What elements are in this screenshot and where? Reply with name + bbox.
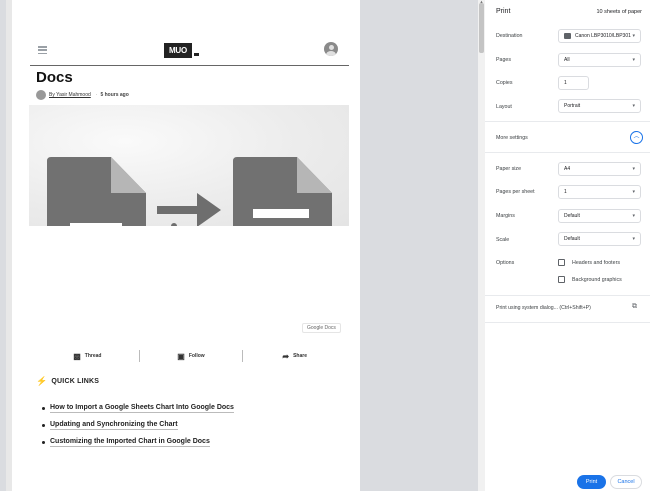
chevron-down-icon: ▾	[632, 189, 635, 195]
destination-value: Canon LBP3010/LBP301	[575, 33, 631, 39]
bullet-icon	[42, 407, 45, 410]
preview-page: MUO Docs By Yasir Mahmood · 5 hours ago	[6, 0, 360, 491]
copies-input[interactable]: 1	[558, 76, 589, 90]
headers-footers-checkbox[interactable]	[558, 259, 565, 266]
pages-per-sheet-label: Pages per sheet	[496, 189, 535, 195]
quick-links-title: QUICK LINKS	[51, 378, 100, 385]
byline: By Yasir Mahmood · 5 hours ago	[36, 89, 129, 101]
chevron-down-icon: ▾	[632, 103, 635, 109]
pages-per-sheet-select[interactable]: 1 ▾	[558, 185, 641, 199]
background-graphics-checkbox[interactable]	[558, 276, 565, 283]
quick-links-list: How to Import a Google Sheets Chart Into…	[42, 400, 234, 451]
chevron-up-icon[interactable]: ︿	[630, 131, 643, 144]
cancel-button[interactable]: Cancel	[610, 475, 642, 489]
page-edge	[6, 0, 12, 491]
target-document-fold	[297, 157, 332, 193]
bolt-icon: ⚡	[36, 376, 48, 386]
thread-button[interactable]: ▩ Thread	[36, 349, 139, 363]
thread-icon: ▩	[73, 351, 81, 361]
follow-label: Follow	[188, 353, 205, 359]
margins-select[interactable]: Default ▾	[558, 209, 641, 223]
scrollbar-thumb[interactable]	[479, 3, 484, 53]
follow-button[interactable]: ▣ Follow	[140, 349, 243, 363]
system-dialog-link[interactable]: Print using system dialog... (Ctrl+Shift…	[496, 305, 591, 311]
chevron-down-icon: ▾	[632, 236, 635, 242]
print-button[interactable]: Print	[577, 475, 606, 489]
quick-link-label: Updating and Synchronizing the Chart	[50, 421, 178, 430]
preview-scrollbar[interactable]	[478, 0, 485, 491]
open-external-icon[interactable]: ⧉	[632, 303, 637, 311]
chevron-down-icon: ▾	[632, 57, 635, 63]
logo-accent	[194, 53, 199, 56]
quick-link[interactable]: Updating and Synchronizing the Chart	[42, 417, 234, 434]
target-document-line	[253, 209, 309, 218]
author-avatar	[36, 90, 46, 100]
pages-select[interactable]: All ▾	[558, 53, 641, 67]
layout-select[interactable]: Portrait ▾	[558, 99, 641, 113]
section-divider	[485, 152, 650, 153]
source-document-fold	[111, 157, 146, 193]
layout-label: Layout	[496, 104, 512, 110]
byline-author: By Yasir Mahmood	[49, 92, 91, 98]
headers-footers-label[interactable]: Headers and footers	[572, 260, 620, 266]
section-divider	[485, 121, 650, 122]
hero-image	[29, 105, 349, 226]
site-header: MUO	[30, 41, 344, 61]
paper-size-label: Paper size	[496, 166, 522, 172]
arrow-right-icon	[157, 193, 221, 226]
pages-per-sheet-value: 1	[564, 189, 567, 195]
quick-link-label: How to Import a Google Sheets Chart Into…	[50, 404, 234, 413]
hero-illustration	[47, 157, 332, 226]
source-document-line	[70, 223, 122, 226]
paper-size-select[interactable]: A4 ▾	[558, 162, 641, 176]
share-icon: ➦	[282, 351, 290, 361]
margins-value: Default	[564, 213, 580, 219]
section-divider	[485, 295, 650, 296]
scale-value: Default	[564, 236, 580, 242]
header-divider	[30, 65, 349, 66]
chevron-down-icon: ▾	[632, 213, 635, 219]
share-button[interactable]: ➦ Share	[243, 349, 346, 363]
print-preview-area: MUO Docs By Yasir Mahmood · 5 hours ago	[0, 0, 478, 491]
social-bar: ▩ Thread ▣ Follow ➦ Share	[36, 349, 346, 363]
article-title: Docs	[36, 69, 73, 86]
byline-time: 5 hours ago	[100, 92, 129, 98]
follow-icon: ▣	[177, 351, 185, 361]
site-logo: MUO	[164, 43, 192, 58]
panel-title: Print	[496, 8, 511, 15]
more-settings-label[interactable]: More settings	[496, 135, 528, 141]
destination-label: Destination	[496, 33, 523, 39]
thread-label: Thread	[84, 353, 102, 359]
chevron-down-icon: ▾	[632, 33, 635, 39]
bullet-icon	[42, 424, 45, 427]
share-label: Share	[293, 353, 307, 359]
destination-select[interactable]: Canon LBP3010/LBP301 ▾	[558, 29, 641, 43]
options-label: Options	[496, 260, 515, 266]
sheet-count: 10 sheets of paper	[596, 9, 642, 15]
pages-label: Pages	[496, 57, 512, 63]
byline-separator: ·	[95, 92, 98, 98]
quick-link[interactable]: Customizing the Imported Chart in Google…	[42, 434, 234, 451]
background-graphics-label[interactable]: Background graphics	[572, 277, 622, 283]
margins-label: Margins	[496, 213, 515, 219]
menu-icon	[38, 46, 47, 55]
scale-select[interactable]: Default ▾	[558, 232, 641, 246]
account-icon	[324, 42, 338, 56]
printer-icon	[564, 32, 571, 39]
quick-links-heading: ⚡ QUICK LINKS	[36, 376, 99, 387]
section-divider	[485, 322, 650, 323]
scale-label: Scale	[496, 237, 510, 243]
paper-size-value: A4	[564, 166, 571, 172]
image-caption: Google Docs	[302, 323, 341, 333]
print-settings-panel: Print 10 sheets of paper Destination Can…	[485, 0, 650, 491]
layout-value: Portrait	[564, 103, 581, 109]
quick-link-label: Customizing the Imported Chart in Google…	[50, 438, 210, 447]
pages-value: All	[564, 57, 570, 63]
quick-link[interactable]: How to Import a Google Sheets Chart Into…	[42, 400, 234, 417]
bullet-icon	[42, 441, 45, 444]
copies-label: Copies	[496, 80, 513, 86]
chevron-down-icon: ▾	[632, 166, 635, 172]
